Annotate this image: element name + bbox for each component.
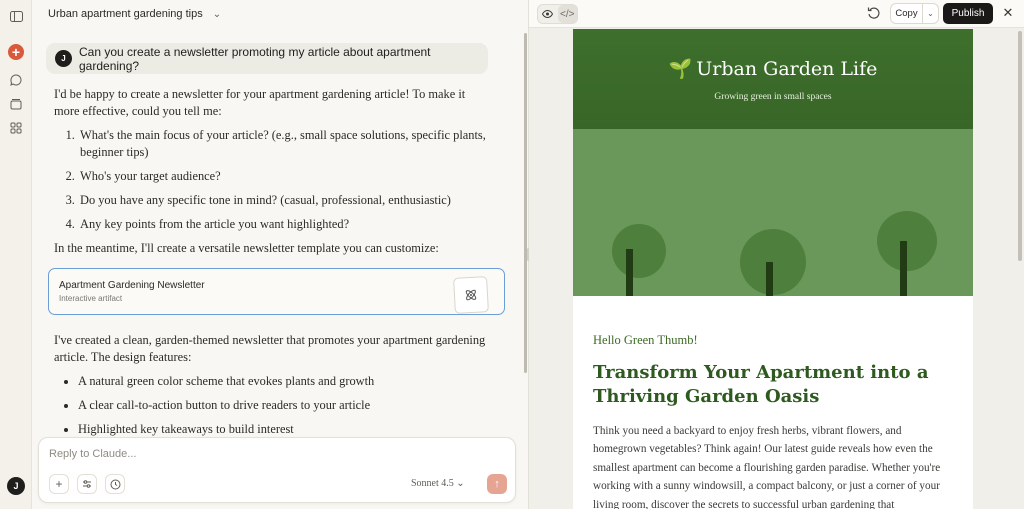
list-item: A clear call-to-action button to drive r… [78, 397, 492, 414]
preview-scrollbar[interactable] [1018, 31, 1022, 261]
artifact-toolbar: </> Copy ⌄ Publish ✕ [529, 0, 1024, 28]
chats-icon[interactable] [8, 72, 24, 88]
list-item: Do you have any specific tone in mind? (… [78, 192, 492, 209]
artifact-title: Apartment Gardening Newsletter [59, 280, 205, 291]
list-item: Any key points from the article you want… [78, 216, 492, 233]
sidebar-toggle-icon[interactable] [8, 8, 24, 24]
reply-intro: I'd be happy to create a newsletter for … [54, 87, 466, 118]
seedling-icon: 🌱 [668, 58, 693, 80]
list-item: A natural green color scheme that evokes… [78, 373, 492, 390]
atom-icon [453, 276, 489, 314]
list-item: Who's your target audience? [78, 168, 492, 185]
greeting: Hello Green Thumb! [593, 333, 698, 347]
newsletter-tagline: Growing green in small spaces [714, 92, 832, 102]
code-icon[interactable]: </> [557, 5, 577, 23]
add-attachment-icon[interactable]: + [49, 474, 69, 494]
new-chat-icon[interactable]: + [8, 44, 24, 60]
artifact-pane: </> Copy ⌄ Publish ✕ 🌱 Urban Garden Life … [529, 0, 1024, 509]
article-intro: Think you need a backyard to enjoy fresh… [593, 425, 941, 509]
copy-button[interactable]: Copy ⌄ [890, 3, 939, 24]
refresh-icon[interactable] [867, 6, 883, 22]
view-toggle: </> [537, 4, 578, 24]
artifacts-icon[interactable] [8, 120, 24, 136]
newsletter-body: Hello Green Thumb! Transform Your Apartm… [593, 329, 953, 509]
chat-title[interactable]: Urban apartment gardening tips [48, 8, 203, 20]
hero-illustration [573, 129, 973, 296]
chevron-down-icon[interactable]: ⌄ [923, 9, 938, 18]
reply-meantime: In the meantime, I'll create a versatile… [54, 241, 439, 255]
user-avatar-small: J [55, 50, 72, 67]
left-rail: + J [0, 0, 32, 509]
publish-button[interactable]: Publish [943, 3, 993, 24]
chevron-down-icon[interactable]: ⌄ [213, 9, 221, 20]
tree-trunk [626, 249, 633, 296]
tree-trunk [766, 262, 773, 296]
newsletter-title: 🌱 Urban Garden Life [668, 58, 878, 80]
preview-eye-icon[interactable] [538, 5, 558, 23]
list-item: Highlighted key takeaways to build inter… [78, 421, 492, 438]
reply-input[interactable]: Reply to Claude... [49, 448, 136, 460]
close-icon[interactable]: ✕ [1001, 6, 1015, 20]
projects-icon[interactable] [8, 96, 24, 112]
user-message: J Can you create a newsletter promoting … [46, 43, 488, 74]
artifact-card[interactable]: Apartment Gardening Newsletter Interacti… [48, 268, 505, 315]
chat-scrollbar[interactable] [524, 33, 527, 373]
user-message-text: Can you create a newsletter promoting my… [79, 44, 431, 73]
chat-pane: Urban apartment gardening tips ⌄ J Can y… [32, 0, 528, 509]
chat-title-menu[interactable]: Urban apartment gardening tips ⌄ [48, 6, 221, 22]
list-item: What's the main focus of your article? (… [78, 127, 492, 161]
feature-list: A natural green color scheme that evokes… [54, 373, 492, 438]
copy-label[interactable]: Copy [891, 4, 923, 23]
composer: Reply to Claude... + Sonnet 4.5 ⌄ ↑ [38, 437, 516, 503]
tree-canopy [612, 224, 666, 278]
reply-after: I've created a clean, garden-themed news… [54, 333, 486, 364]
model-selector[interactable]: Sonnet 4.5 ⌄ [411, 478, 465, 489]
settings-sliders-icon[interactable] [77, 474, 97, 494]
chevron-down-icon: ⌄ [456, 478, 465, 489]
clock-icon[interactable] [105, 474, 125, 494]
article-headline: Transform Your Apartment into a Thriving… [593, 362, 929, 407]
newsletter-header: 🌱 Urban Garden Life Growing green in smal… [573, 29, 973, 129]
newsletter-preview: 🌱 Urban Garden Life Growing green in smal… [573, 29, 973, 509]
tree-trunk [900, 241, 907, 296]
user-avatar[interactable]: J [7, 477, 25, 495]
question-list: What's the main focus of your article? (… [54, 127, 492, 233]
artifact-subtitle: Interactive artifact [59, 294, 123, 303]
send-button[interactable]: ↑ [487, 474, 507, 494]
assistant-reply: I'd be happy to create a newsletter for … [54, 86, 492, 445]
